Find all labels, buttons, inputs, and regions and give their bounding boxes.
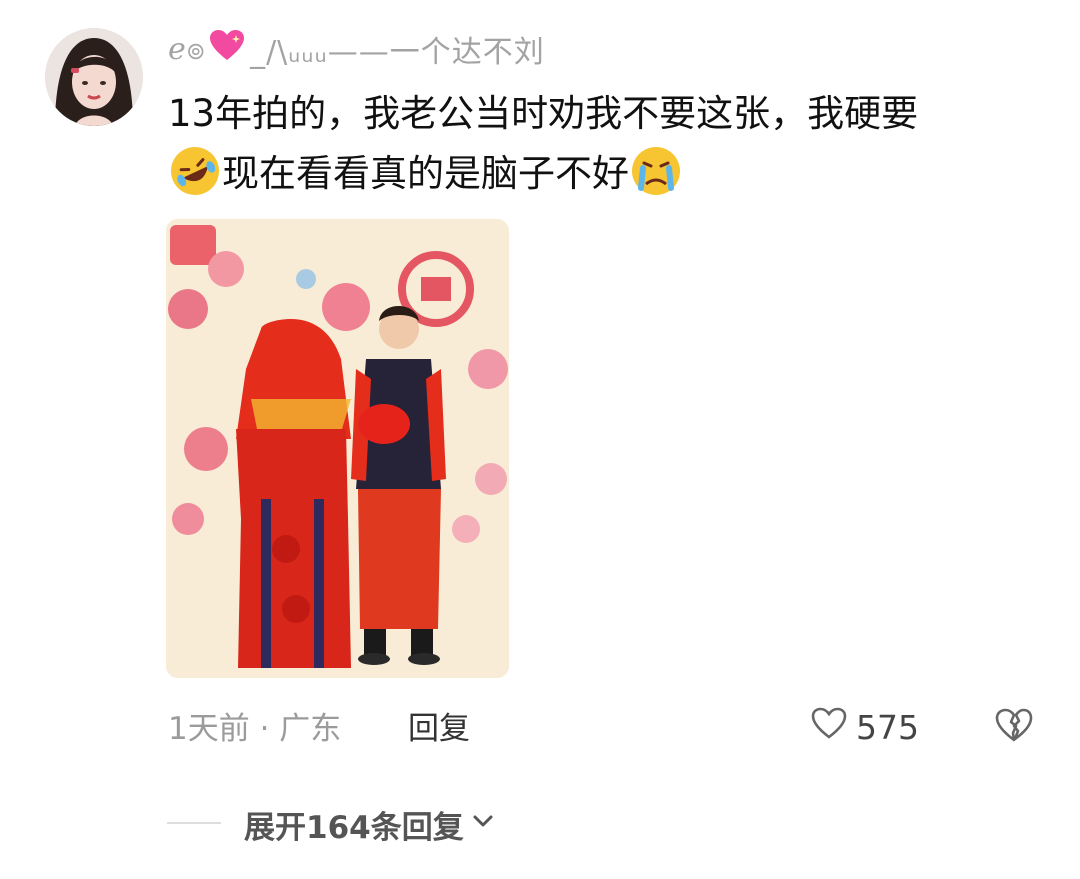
wedding-photo	[166, 219, 509, 678]
sparkling-heart-icon	[208, 28, 246, 70]
like-button[interactable]: 575	[810, 702, 919, 752]
comment-line-2-wrap: 现在看看真的是脑子不好	[168, 144, 1048, 204]
reply-button[interactable]: 回复	[408, 700, 470, 750]
comment-line-1: 13年拍的，我老公当时劝我不要这张，我硬要	[168, 92, 919, 135]
comment-text: 13年拍的，我老公当时劝我不要这张，我硬要 现在看看真的是脑子不好	[168, 84, 1048, 204]
divider	[167, 822, 221, 824]
expand-replies-button[interactable]: 展开164条回复	[244, 800, 496, 848]
comment-meta: 1天前 · 广东	[168, 710, 342, 747]
dislike-button[interactable]	[994, 706, 1034, 746]
username-suffix: _/\ᵤᵤᵤ——一个达不刘	[250, 35, 545, 70]
rolling-on-floor-laughing-emoji-icon	[168, 144, 222, 198]
username-prefix: ℯ๏	[168, 31, 207, 67]
username[interactable]: ℯ๏ _/\ᵤᵤᵤ——一个达不刘	[168, 28, 545, 70]
avatar[interactable]	[45, 28, 143, 126]
like-count: 575	[856, 707, 919, 747]
expand-replies-label: 展开164条回复	[244, 809, 464, 846]
comment-line-2: 现在看看真的是脑子不好	[222, 152, 629, 195]
crying-face-emoji-icon	[629, 144, 683, 198]
broken-heart-icon	[994, 708, 1034, 748]
chevron-down-icon	[470, 806, 496, 842]
attached-photo[interactable]	[166, 219, 509, 678]
heart-outline-icon	[810, 706, 848, 748]
